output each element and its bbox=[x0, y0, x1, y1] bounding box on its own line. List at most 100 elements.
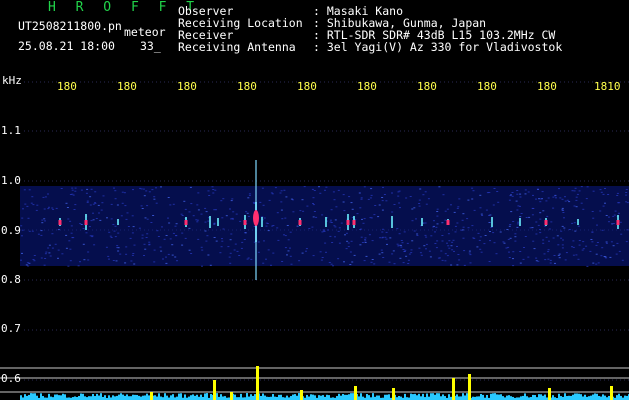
noise-speck bbox=[436, 211, 439, 212]
noise-speck bbox=[43, 264, 46, 266]
noise-speck bbox=[28, 262, 31, 264]
noise-speck bbox=[324, 189, 326, 191]
noise-speck bbox=[91, 235, 94, 237]
noise-speck bbox=[125, 218, 128, 220]
noise-speck bbox=[479, 236, 482, 238]
noise-speck bbox=[113, 230, 116, 232]
noise-speck bbox=[575, 196, 578, 198]
noise-speck bbox=[400, 240, 403, 241]
noise-speck bbox=[160, 250, 163, 252]
level-bar bbox=[328, 395, 330, 400]
noise-speck bbox=[467, 227, 470, 229]
level-peak bbox=[150, 392, 153, 400]
noise-speck bbox=[539, 212, 542, 214]
noise-speck bbox=[204, 221, 207, 223]
noise-speck bbox=[512, 258, 514, 260]
noise-speck bbox=[519, 196, 522, 198]
level-bar bbox=[420, 396, 422, 400]
level-bar bbox=[592, 394, 594, 400]
noise-speck bbox=[284, 247, 287, 249]
level-bar bbox=[422, 393, 424, 400]
echo-head bbox=[352, 220, 356, 225]
noise-speck bbox=[595, 244, 598, 246]
noise-speck bbox=[201, 265, 203, 267]
noise-speck bbox=[44, 258, 47, 259]
level-bar bbox=[234, 394, 236, 400]
noise-speck bbox=[532, 194, 534, 196]
level-bar bbox=[460, 396, 462, 400]
noise-speck bbox=[312, 255, 315, 257]
noise-speck bbox=[404, 249, 407, 251]
noise-speck bbox=[112, 260, 115, 261]
noise-speck bbox=[446, 255, 449, 257]
noise-speck bbox=[574, 230, 577, 232]
noise-speck bbox=[268, 199, 271, 201]
noise-speck bbox=[520, 213, 523, 214]
level-peak bbox=[392, 388, 395, 400]
noise-speck bbox=[601, 229, 604, 231]
noise-speck bbox=[578, 240, 581, 241]
level-bar bbox=[78, 396, 80, 400]
noise-speck bbox=[229, 262, 232, 264]
noise-speck bbox=[49, 255, 52, 257]
noise-speck bbox=[525, 217, 528, 218]
noise-speck bbox=[557, 244, 560, 246]
noise-speck bbox=[467, 199, 470, 201]
level-bar bbox=[158, 393, 160, 400]
noise-speck bbox=[512, 251, 515, 253]
noise-speck bbox=[424, 191, 427, 193]
noise-speck bbox=[92, 212, 94, 214]
noise-speck bbox=[93, 244, 96, 246]
noise-speck bbox=[114, 190, 117, 192]
level-bar bbox=[386, 394, 388, 400]
noise-speck bbox=[349, 264, 352, 265]
noise-speck bbox=[446, 208, 449, 210]
noise-speck bbox=[248, 194, 251, 196]
x-tick-label: 180 bbox=[357, 80, 377, 93]
noise-speck bbox=[453, 211, 456, 213]
level-bar bbox=[74, 396, 76, 400]
level-bar bbox=[250, 394, 252, 400]
noise-speck bbox=[428, 250, 431, 252]
level-bar bbox=[132, 394, 134, 400]
noise-speck bbox=[582, 208, 585, 210]
x-tick-label: 180 bbox=[417, 80, 437, 93]
level-bar bbox=[114, 396, 116, 400]
noise-speck bbox=[444, 253, 447, 255]
noise-speck bbox=[382, 236, 384, 238]
noise-speck bbox=[596, 242, 599, 243]
noise-speck bbox=[267, 230, 270, 232]
noise-speck bbox=[47, 247, 50, 249]
noise-speck bbox=[512, 265, 515, 267]
noise-speck bbox=[430, 235, 433, 237]
noise-speck bbox=[312, 204, 315, 206]
level-bar bbox=[138, 395, 140, 400]
noise-speck bbox=[129, 237, 132, 239]
noise-speck bbox=[70, 232, 73, 234]
noise-speck bbox=[330, 222, 333, 223]
noise-speck bbox=[71, 189, 74, 191]
noise-speck bbox=[188, 211, 191, 213]
noise-speck bbox=[419, 252, 422, 254]
noise-speck bbox=[542, 242, 545, 244]
noise-speck bbox=[188, 249, 191, 251]
noise-speck bbox=[527, 256, 530, 258]
y-tick-label: 1.0 bbox=[1, 174, 21, 187]
noise-speck bbox=[204, 207, 207, 209]
level-bar bbox=[130, 396, 132, 400]
noise-speck bbox=[524, 193, 527, 195]
noise-speck bbox=[131, 232, 134, 234]
level-bar bbox=[404, 393, 406, 400]
noise-speck bbox=[398, 190, 401, 192]
noise-speck bbox=[503, 242, 506, 244]
level-bar bbox=[262, 393, 264, 400]
noise-speck bbox=[360, 228, 363, 230]
noise-speck bbox=[542, 210, 545, 212]
level-bar bbox=[574, 393, 576, 400]
noise-speck bbox=[89, 235, 92, 237]
noise-speck bbox=[80, 224, 83, 225]
noise-speck bbox=[556, 235, 559, 237]
noise-speck bbox=[110, 203, 113, 205]
noise-speck bbox=[486, 192, 489, 194]
noise-speck bbox=[435, 226, 438, 228]
